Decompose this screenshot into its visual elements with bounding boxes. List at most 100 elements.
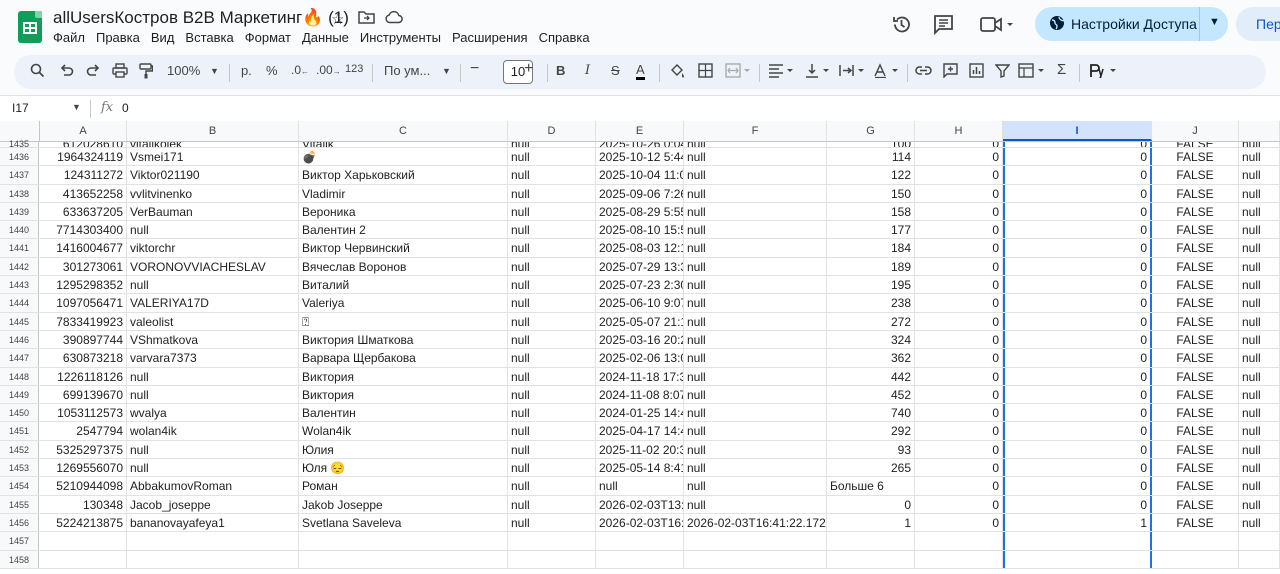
cell-k[interactable]: null	[1239, 221, 1280, 239]
cell-e[interactable]: 2024-11-08 8:07	[596, 385, 684, 404]
cell-b[interactable]: null	[127, 440, 299, 459]
version-history-icon[interactable]	[891, 14, 912, 41]
cell-j[interactable]: FALSE	[1152, 184, 1239, 202]
cell-d[interactable]: null	[508, 349, 596, 367]
cell-g[interactable]: 184	[827, 239, 915, 257]
cell-a[interactable]: 630873218	[40, 349, 127, 367]
cell-b[interactable]	[127, 550, 299, 568]
cell-f[interactable]: null	[684, 202, 827, 221]
cell-d[interactable]: null	[508, 385, 596, 404]
cell-j[interactable]: FALSE	[1152, 142, 1239, 147]
cell-j[interactable]: FALSE	[1152, 495, 1239, 513]
cell-d[interactable]: null	[508, 404, 596, 422]
cell-k[interactable]: null	[1239, 477, 1280, 495]
cell-h[interactable]: 0	[915, 385, 1003, 404]
row-header[interactable]: 1439	[0, 202, 39, 221]
cell-g[interactable]	[827, 532, 915, 550]
cell-j[interactable]: FALSE	[1152, 294, 1239, 312]
cell-g[interactable]	[827, 550, 915, 568]
cell-b[interactable]: null	[127, 459, 299, 477]
cell-d[interactable]: null	[508, 166, 596, 184]
cell-g[interactable]: 122	[827, 166, 915, 184]
cell-d[interactable]: null	[508, 422, 596, 440]
cell-k[interactable]: null	[1239, 422, 1280, 440]
cell-h[interactable]: 0	[915, 276, 1003, 294]
cell-e[interactable]	[596, 550, 684, 568]
column-header-d[interactable]: D	[508, 121, 596, 141]
cell-i[interactable]: 0	[1003, 459, 1152, 477]
cell-k[interactable]: null	[1239, 142, 1280, 147]
column-header-f[interactable]: F	[684, 121, 827, 141]
cell-i[interactable]: 0	[1003, 330, 1152, 349]
cell-a[interactable]: 633637205	[40, 202, 127, 221]
cell-c[interactable]: ⍰	[299, 312, 508, 330]
menu-view[interactable]: Вид	[151, 30, 175, 45]
name-box[interactable]: I17	[12, 101, 29, 115]
cell-b[interactable]: AbbakumovRoman	[127, 477, 299, 495]
cell-a[interactable]: 2547794	[40, 422, 127, 440]
cell-c[interactable]: Юлия	[299, 440, 508, 459]
cell-e[interactable]: 2025-10-12 5:44	[596, 148, 684, 166]
row-header[interactable]: 1442	[0, 257, 39, 276]
cell-b[interactable]: Viktor021190	[127, 166, 299, 184]
cell-a[interactable]: 124311272	[40, 166, 127, 184]
row-header[interactable]: 1446	[0, 330, 39, 349]
row-header[interactable]: 1437	[0, 166, 39, 184]
column-header-a[interactable]: A	[40, 121, 127, 141]
cell-a[interactable]: 1097056471	[40, 294, 127, 312]
cell-i[interactable]: 0	[1003, 477, 1152, 495]
cell-e[interactable]: 2025-07-23 2:30	[596, 276, 684, 294]
star-icon[interactable]: ☆	[331, 10, 344, 28]
cell-j[interactable]	[1152, 532, 1239, 550]
cell-i[interactable]: 0	[1003, 367, 1152, 385]
cell-j[interactable]: FALSE	[1152, 367, 1239, 385]
cell-g[interactable]: 93	[827, 440, 915, 459]
cell-c[interactable]: Vitalik	[299, 142, 508, 147]
cell-e[interactable]: 2025-07-29 13:3	[596, 257, 684, 276]
column-header-b[interactable]: B	[127, 121, 299, 141]
row-header[interactable]: 1443	[0, 276, 39, 294]
functions-icon[interactable]: Σ	[1057, 61, 1066, 78]
cell-h[interactable]: 0	[915, 404, 1003, 422]
cell-b[interactable]: bananovayafeya1	[127, 513, 299, 532]
cell-i[interactable]: 1	[1003, 513, 1152, 532]
percent-format-button[interactable]: %	[266, 63, 278, 78]
cell-c[interactable]: Svetlana Saveleva	[299, 513, 508, 532]
cell-d[interactable]: null	[508, 202, 596, 221]
cell-j[interactable]: FALSE	[1152, 477, 1239, 495]
cell-a[interactable]: 1226118126	[40, 367, 127, 385]
strikethrough-button[interactable]: S	[611, 63, 620, 78]
cell-b[interactable]: wvalya	[127, 404, 299, 422]
cell-g[interactable]: 292	[827, 422, 915, 440]
cell-b[interactable]: Jacob_joseppe	[127, 495, 299, 513]
cell-c[interactable]: Valeriya	[299, 294, 508, 312]
cell-c[interactable]: Виктор Червинский	[299, 239, 508, 257]
redo-icon[interactable]	[86, 63, 101, 81]
cell-a[interactable]: 130348	[40, 495, 127, 513]
cell-g[interactable]: 0	[827, 495, 915, 513]
cell-e[interactable]: 2025-06-10 9:07	[596, 294, 684, 312]
column-header-i[interactable]: I	[1003, 121, 1152, 141]
cell-b[interactable]: VALERIYA17D	[127, 294, 299, 312]
cell-g[interactable]: 150	[827, 184, 915, 202]
cell-d[interactable]: null	[508, 459, 596, 477]
cell-h[interactable]: 0	[915, 422, 1003, 440]
cell-i[interactable]: 0	[1003, 404, 1152, 422]
cell-f[interactable]: null	[684, 459, 827, 477]
cell-a[interactable]: 7714303400	[40, 221, 127, 239]
cell-a[interactable]: 5210944098	[40, 477, 127, 495]
cell-f[interactable]: null	[684, 440, 827, 459]
cell-d[interactable]: null	[508, 239, 596, 257]
cell-d[interactable]: null	[508, 312, 596, 330]
column-header-c[interactable]: C	[299, 121, 508, 141]
cell-b[interactable]: null	[127, 276, 299, 294]
cell-i[interactable]: 0	[1003, 184, 1152, 202]
cell-a[interactable]: 7833419923	[40, 312, 127, 330]
cell-k[interactable]: null	[1239, 513, 1280, 532]
input-tools-icon[interactable]	[1089, 63, 1119, 81]
bold-button[interactable]: B	[556, 63, 565, 78]
cell-f[interactable]: null	[684, 294, 827, 312]
cell-a[interactable]: 1416004677	[40, 239, 127, 257]
borders-icon[interactable]	[698, 63, 713, 81]
cell-h[interactable]: 0	[915, 166, 1003, 184]
